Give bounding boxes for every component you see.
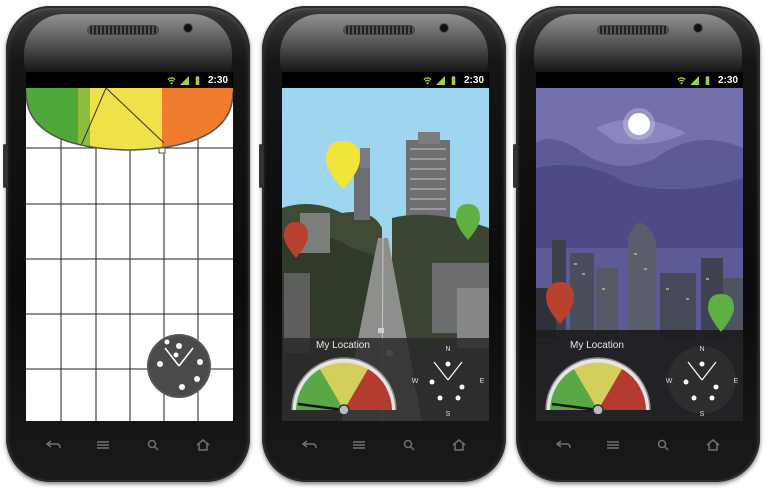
home-icon[interactable] [705,439,721,451]
system-nav-bar [538,430,738,460]
earpiece-speaker [598,26,668,34]
signal-icon [689,75,699,85]
signal-gauge [291,357,397,414]
earpiece-speaker [88,26,158,34]
screen-city-day-view: 2:30 My Location N S E W [282,72,489,421]
search-icon[interactable] [401,439,417,451]
compass-south: S [446,411,451,418]
home-icon[interactable] [195,439,211,451]
menu-icon[interactable] [605,439,621,451]
front-camera [440,24,448,32]
back-icon[interactable] [301,439,317,451]
menu-icon[interactable] [351,439,367,451]
moon-icon [623,108,655,140]
meter-label: My Location [316,340,370,351]
signal-icon [435,75,445,85]
camera-view[interactable]: My Location N S E W [536,88,743,421]
compass-icon[interactable]: N S E W [410,342,486,418]
menu-icon[interactable] [95,439,111,451]
battery-icon [195,75,200,85]
screen-grid-meter-view: 2:30 [26,72,233,421]
status-time: 2:30 [717,74,738,86]
compass-south: S [700,411,705,418]
status-bar: 2:30 [282,72,489,88]
status-bar: 2:30 [536,72,743,88]
signal-icon [179,75,189,85]
grid-canvas [26,88,233,421]
back-icon[interactable] [45,439,61,451]
search-icon[interactable] [655,439,671,451]
home-icon[interactable] [451,439,467,451]
side-volume-key[interactable] [3,144,7,188]
phone-2: 2:30 My Location N S E W [259,6,506,482]
compass-east: E [480,378,485,385]
wifi-icon [677,76,686,84]
compass-west: W [666,378,673,385]
meter-label: My Location [570,340,624,351]
system-nav-bar [28,430,228,460]
grid-area[interactable] [26,88,233,421]
wifi-icon [167,76,176,84]
phone-1: 2:30 [3,6,250,482]
battery-icon [705,75,710,85]
front-camera [694,24,702,32]
status-time: 2:30 [207,74,228,86]
compass-west: W [412,378,419,385]
status-time: 2:30 [463,74,484,86]
phone-3: 2:30 My Location N S E W [513,6,760,482]
signal-gauge [545,357,651,414]
compass-north: N [699,346,704,353]
screen-city-night-view: 2:30 My Location N S E W [536,72,743,421]
battery-icon [451,75,456,85]
back-icon[interactable] [555,439,571,451]
system-nav-bar [284,430,484,460]
compass-icon[interactable]: N S E W [664,342,740,418]
compass-east: E [734,378,739,385]
compass-icon[interactable] [147,334,211,398]
compass-north: N [445,346,450,353]
wifi-icon [423,76,432,84]
side-volume-key[interactable] [513,144,517,188]
status-bar: 2:30 [26,72,233,88]
search-icon[interactable] [145,439,161,451]
front-camera [184,24,192,32]
side-volume-key[interactable] [259,144,263,188]
earpiece-speaker [344,26,414,34]
camera-view[interactable]: My Location N S E W [282,88,489,421]
